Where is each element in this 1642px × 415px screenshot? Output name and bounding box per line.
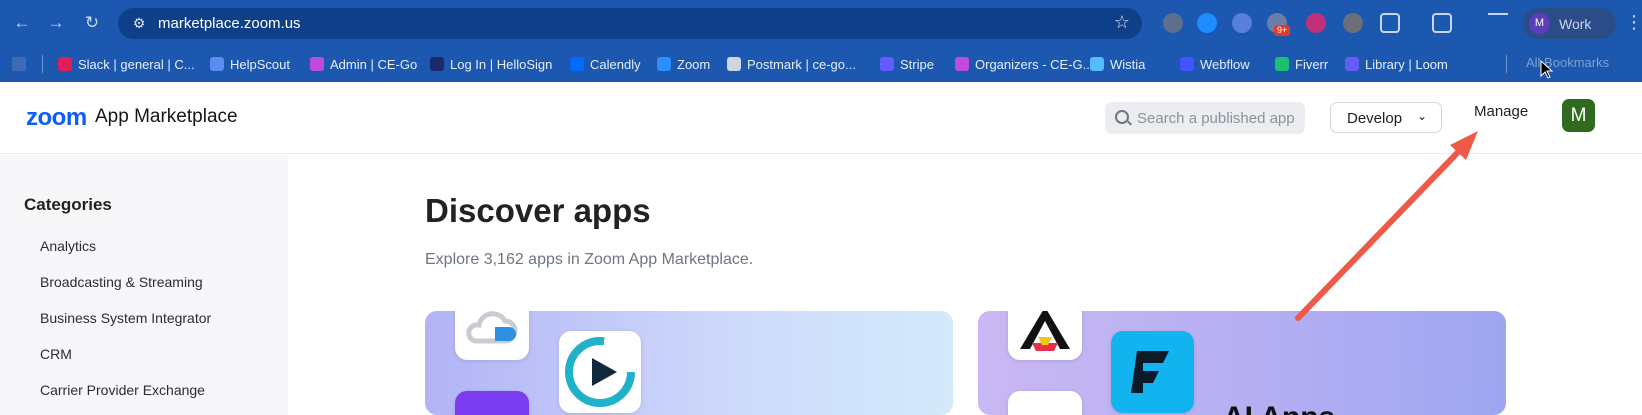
loom-icon	[1345, 57, 1359, 71]
webflow-icon	[1180, 57, 1194, 71]
helpscout-icon	[210, 57, 224, 71]
stripe-icon	[880, 57, 894, 71]
extension-icon[interactable]	[1306, 13, 1326, 33]
categories-title: Categories	[24, 195, 112, 214]
globe-icon	[727, 57, 741, 71]
all-bookmarks[interactable]: All Bookmarks	[1526, 55, 1609, 70]
bookmark-item[interactable]: Wistia	[1090, 55, 1145, 73]
user-avatar[interactable]: M	[1562, 99, 1595, 132]
page-title: Discover apps	[425, 192, 651, 229]
bookmark-label: Zoom	[677, 56, 711, 72]
bookmark-item[interactable]: HelpScout	[210, 55, 290, 73]
bookmark-label: Admin | CE-Go	[330, 56, 418, 72]
zoom-logo[interactable]: zoom	[26, 104, 87, 132]
app-tile[interactable]	[1008, 391, 1082, 415]
bookmark-item[interactable]: Fiverr	[1275, 55, 1328, 73]
card-title: AI Apps	[1223, 401, 1335, 415]
bookmark-item[interactable]: Library | Loom	[1345, 55, 1448, 73]
bookmark-item[interactable]: Webflow	[1180, 55, 1250, 73]
bookmark-item[interactable]: Postmark | ce-go...	[727, 55, 856, 73]
ce-go-icon	[310, 57, 324, 71]
bookmarks-bar: Slack | general | C... HelpScout Admin | C…	[0, 46, 1642, 82]
extension-icon[interactable]	[1232, 13, 1252, 33]
address-bar[interactable]: ⚙ marketplace.zoom.us ☆	[118, 8, 1142, 39]
browser-toolbar: ← → ↻ ⚙ marketplace.zoom.us ☆ 9+ M Work …	[0, 0, 1642, 46]
bookmark-label: Fiverr	[1295, 56, 1329, 72]
bookmark-label: Wistia	[1110, 56, 1146, 72]
bookmark-separator	[1506, 55, 1507, 73]
mouse-cursor-icon	[1540, 60, 1554, 79]
bookmark-label: Calendly	[590, 56, 641, 72]
bookmark-item[interactable]: Admin | CE-Go	[310, 55, 417, 73]
extension-icon[interactable]	[1343, 13, 1363, 33]
develop-dropdown[interactable]: Develop ⌄	[1330, 102, 1442, 133]
category-item[interactable]: Broadcasting & Streaming	[40, 274, 203, 290]
category-item[interactable]: Business System Integrator	[40, 310, 211, 326]
app-tile[interactable]	[455, 311, 529, 360]
develop-label: Develop	[1347, 110, 1403, 127]
zoom-icon	[657, 57, 671, 71]
bookmark-label: Organizers - CE-G...	[975, 56, 1094, 72]
bookmark-label: Log In | HelloSign	[450, 56, 553, 72]
bookmark-label: Webflow	[1200, 56, 1250, 72]
reload-icon[interactable]: ↻	[80, 11, 104, 35]
bookmark-label: Slack | general | C...	[78, 56, 195, 72]
bookmark-item[interactable]: Log In | HelloSign	[430, 55, 552, 73]
slack-icon	[58, 57, 72, 71]
extensions-puzzle-icon[interactable]	[1380, 13, 1400, 33]
more-menu-icon[interactable]: ⋮	[1625, 12, 1642, 33]
search-placeholder: Search a published app	[1137, 110, 1295, 127]
a-logo-icon	[1020, 311, 1070, 351]
page-subtitle: Explore 3,162 apps in Zoom App Marketpla…	[425, 251, 754, 268]
fiverr-icon	[1275, 57, 1289, 71]
extension-badge: 9+	[1274, 25, 1291, 36]
app-tile[interactable]	[455, 391, 529, 415]
app-tile[interactable]	[1008, 311, 1082, 360]
video-play-icon	[565, 337, 635, 407]
app-tile[interactable]	[559, 331, 641, 413]
ai-apps-card[interactable]: AI Apps	[978, 311, 1506, 415]
wistia-icon	[1090, 57, 1104, 71]
profile-label: Work	[1559, 16, 1592, 32]
ce-go-icon	[955, 57, 969, 71]
app-tile[interactable]	[1111, 331, 1194, 413]
forward-icon[interactable]: →	[44, 11, 68, 35]
back-icon[interactable]: ←	[10, 11, 34, 35]
category-item[interactable]: CRM	[40, 346, 72, 362]
bookmark-label: Postmark | ce-go...	[747, 56, 856, 72]
chevron-down-icon: ⌄	[1417, 109, 1428, 123]
profile-avatar: M	[1529, 13, 1550, 34]
featured-card[interactable]	[425, 311, 953, 415]
bookmark-item[interactable]: Organizers - CE-G...	[955, 55, 1093, 73]
site-header: zoom App Marketplace Search a published …	[0, 82, 1642, 154]
bookmark-item[interactable]: Zoom	[657, 55, 710, 73]
calendly-icon	[570, 57, 584, 71]
bookmark-label: Stripe	[900, 56, 934, 72]
url-text[interactable]: marketplace.zoom.us	[158, 15, 301, 32]
hellosign-icon	[430, 57, 444, 71]
cloud-app-icon	[466, 311, 518, 344]
bookmark-item[interactable]: Stripe	[880, 55, 934, 73]
apps-grid-icon[interactable]	[12, 57, 26, 71]
search-input[interactable]: Search a published app	[1105, 102, 1305, 134]
category-item[interactable]: Carrier Provider Exchange	[40, 382, 205, 398]
bookmark-separator	[42, 55, 43, 73]
category-item[interactable]: Analytics	[40, 238, 96, 254]
manage-link[interactable]: Manage	[1474, 103, 1528, 120]
reading-list-icon[interactable]	[1488, 13, 1508, 33]
tab-search-icon[interactable]	[1432, 13, 1452, 33]
site-settings-icon[interactable]: ⚙	[130, 14, 148, 32]
profile-chip[interactable]: M Work	[1523, 8, 1616, 39]
categories-sidebar: Categories Analytics Broadcasting & Stre…	[0, 155, 288, 415]
bookmark-item[interactable]: Calendly	[570, 55, 641, 73]
bookmark-label: Library | Loom	[1365, 56, 1448, 72]
extension-icon[interactable]	[1197, 13, 1217, 33]
marketplace-title[interactable]: App Marketplace	[95, 106, 238, 128]
f-logo-icon	[1131, 351, 1169, 393]
search-icon	[1115, 110, 1129, 124]
extension-icon[interactable]	[1163, 13, 1183, 33]
bookmark-star-icon[interactable]: ☆	[1114, 12, 1130, 33]
bookmark-item[interactable]: Slack | general | C...	[58, 55, 195, 73]
bookmark-label: HelpScout	[230, 56, 290, 72]
